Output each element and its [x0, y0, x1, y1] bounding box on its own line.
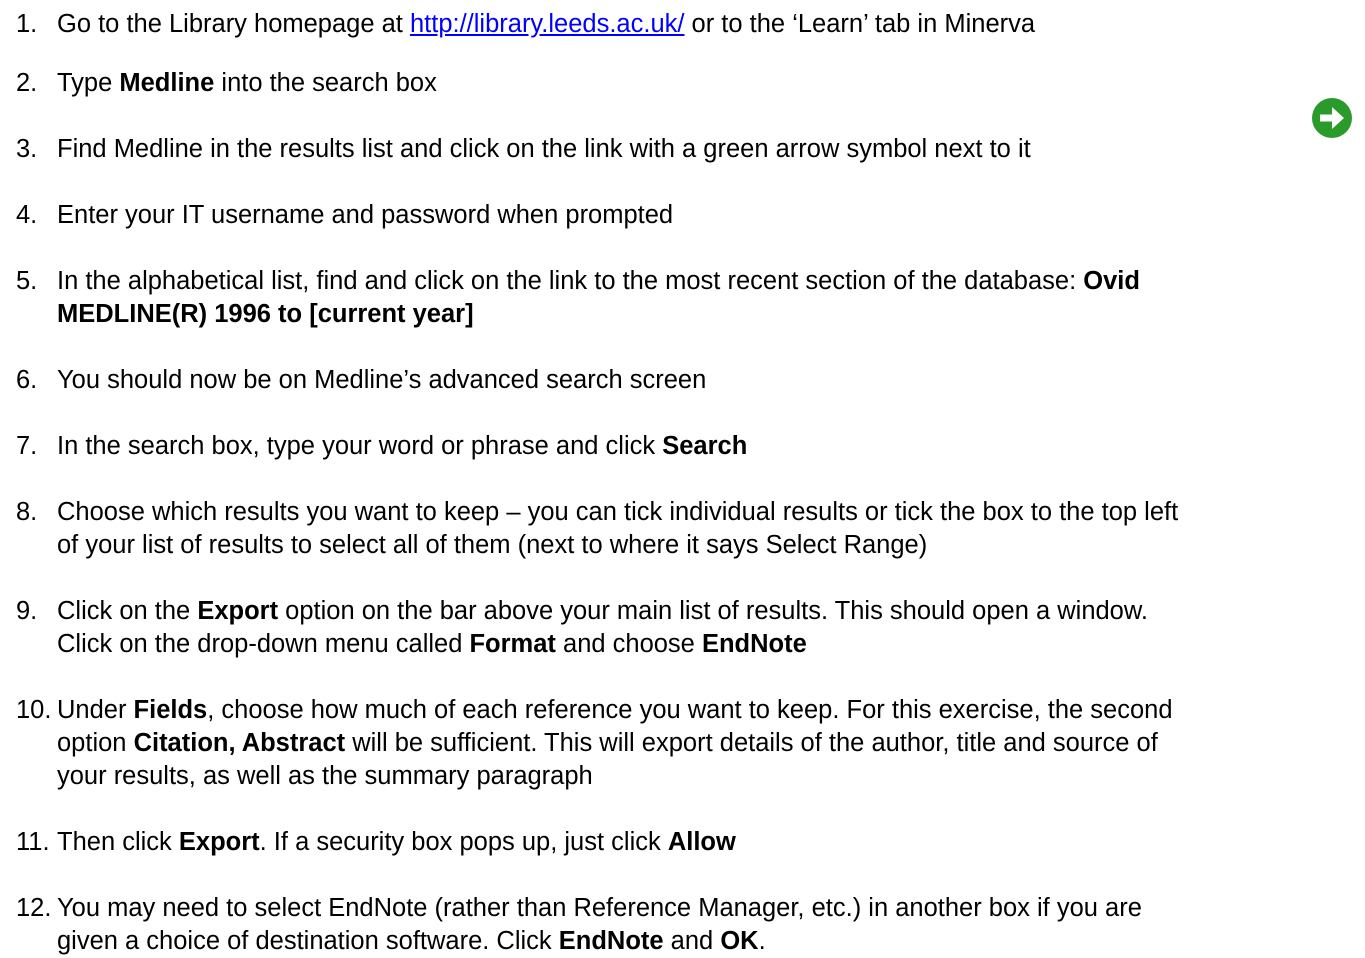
bold-term: MEDLINE(R) 1996 to [current year]: [57, 300, 474, 328]
list-item-text: Choose which results you want to keep – …: [57, 496, 1178, 562]
text-line: Go to the Library homepage at http://lib…: [57, 8, 1035, 41]
list-item-number: 7.: [16, 432, 38, 460]
list-item-text: In the search box, type your word or phr…: [57, 430, 747, 463]
text-segment: and choose: [555, 630, 702, 658]
text-segment: your results, as well as the summary par…: [57, 762, 593, 790]
list-item-number: 2.: [16, 69, 38, 97]
bold-term: Citation, Abstract: [133, 729, 346, 757]
text-line: Enter your IT username and password when…: [57, 199, 673, 232]
bold-term: Medline: [119, 69, 215, 97]
bold-term: Allow: [667, 828, 736, 856]
text-segment: Enter your IT username and password when…: [57, 201, 674, 229]
bold-term: Format: [469, 630, 556, 658]
text-segment: option on the bar above your main list o…: [278, 597, 1148, 625]
bold-term: EndNote: [558, 927, 664, 955]
text-segment: . If a security box pops up, just click: [259, 828, 668, 856]
text-segment: and: [663, 927, 721, 955]
list-item-text: You may need to select EndNote (rather t…: [57, 892, 1142, 958]
bold-term: Fields: [133, 696, 208, 724]
text-line: In the search box, type your word or phr…: [57, 430, 747, 463]
library-homepage-link[interactable]: http://library.leeds.ac.uk/: [410, 10, 685, 38]
text-segment: Go to the Library homepage at: [57, 10, 410, 38]
text-segment: into the search box: [214, 69, 437, 97]
text-line: Type Medline into the search box: [57, 67, 437, 100]
text-segment: Find Medline in the results list and cli…: [57, 135, 1031, 163]
text-line: your results, as well as the summary par…: [57, 760, 1173, 793]
list-item-text: In the alphabetical list, find and click…: [57, 265, 1140, 331]
text-line: You should now be on Medline’s advanced …: [57, 364, 706, 397]
list-item-number: 8.: [16, 498, 38, 526]
text-line: option Citation, Abstract will be suffic…: [57, 727, 1173, 760]
list-item-number: 9.: [16, 597, 38, 625]
bold-term: Search: [662, 432, 748, 460]
bold-term: OK: [720, 927, 759, 955]
text-line: Click on the drop-down menu called Forma…: [57, 628, 1148, 661]
text-line: of your list of results to select all of…: [57, 529, 1178, 562]
text-segment: In the search box, type your word or phr…: [57, 432, 663, 460]
text-segment: Then click: [57, 828, 179, 856]
list-item-number: 1.: [16, 10, 38, 38]
list-item-text: You should now be on Medline’s advanced …: [57, 364, 706, 397]
list-item-text: Enter your IT username and password when…: [57, 199, 673, 232]
bold-term: Ovid: [1083, 267, 1140, 295]
text-segment: Click on the drop-down menu called: [57, 630, 470, 658]
text-line: Under Fields, choose how much of each re…: [57, 694, 1173, 727]
list-item-number: 11.: [16, 828, 50, 856]
text-segment: Type: [57, 69, 120, 97]
list-item-number: 6.: [16, 366, 38, 394]
text-segment: given a choice of destination software. …: [57, 927, 559, 955]
text-segment: .: [758, 927, 766, 955]
text-segment: Under: [57, 696, 134, 724]
bold-term: Export: [197, 597, 279, 625]
bold-term: Export: [178, 828, 260, 856]
text-segment: will be sufficient. This will export det…: [345, 729, 1158, 757]
text-line: You may need to select EndNote (rather t…: [57, 892, 1142, 925]
list-item-number: 4.: [16, 201, 38, 229]
list-item-number: 5.: [16, 267, 38, 295]
text-line: Find Medline in the results list and cli…: [57, 133, 1031, 166]
list-item-text: Then click Export. If a security box pop…: [57, 826, 736, 859]
text-segment: Choose which results you want to keep – …: [57, 498, 1179, 526]
text-segment: of your list of results to select all of…: [57, 531, 928, 559]
text-line: Choose which results you want to keep – …: [57, 496, 1178, 529]
text-segment: Click on the: [57, 597, 198, 625]
text-segment: You may need to select EndNote (rather t…: [57, 894, 1142, 922]
list-item-number: 10.: [16, 696, 52, 724]
instruction-document: 1. Go to the Library homepage at http://l…: [0, 0, 1365, 957]
list-item-text: Click on the Export option on the bar ab…: [57, 595, 1148, 661]
list-item-number: 12.: [16, 894, 52, 922]
green-arrow-icon: [1312, 98, 1352, 138]
text-segment: or to the ‘Learn’ tab in Minerva: [684, 10, 1036, 38]
text-line: given a choice of destination software. …: [57, 925, 1142, 958]
list-item-text: Type Medline into the search box: [57, 67, 437, 100]
list-item-number: 3.: [16, 135, 38, 163]
list-item-text: Go to the Library homepage at http://lib…: [57, 8, 1035, 41]
text-line: Click on the Export option on the bar ab…: [57, 595, 1148, 628]
bold-term: EndNote: [701, 630, 807, 658]
text-segment: , choose how much of each reference you …: [207, 696, 1173, 724]
text-segment: In the alphabetical list, find and click…: [57, 267, 1084, 295]
text-line: MEDLINE(R) 1996 to [current year]: [57, 298, 1140, 331]
text-segment: option: [57, 729, 134, 757]
text-line: In the alphabetical list, find and click…: [57, 265, 1140, 298]
list-item-text: Under Fields, choose how much of each re…: [57, 694, 1173, 793]
text-segment: You should now be on Medline’s advanced …: [57, 366, 707, 394]
list-item-text: Find Medline in the results list and cli…: [57, 133, 1031, 166]
text-line: Then click Export. If a security box pop…: [57, 826, 736, 859]
